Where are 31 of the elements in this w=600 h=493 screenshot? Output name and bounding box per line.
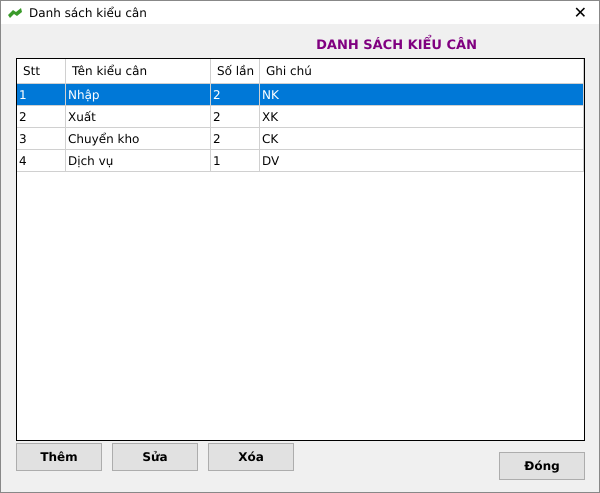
table-cell: 2	[17, 106, 66, 127]
column-header[interactable]: Ghi chú	[260, 59, 584, 83]
table-row[interactable]: 1 Nhập 2 NK	[17, 84, 584, 106]
table-cell: Dịch vụ	[66, 150, 211, 171]
table-cell: 3	[17, 128, 66, 149]
table-row[interactable]: 2 Xuất 2 XK	[17, 106, 584, 128]
table-cell: 2	[211, 128, 260, 149]
table-row[interactable]: 3 Chuyển kho 2 CK	[17, 128, 584, 150]
window-title: Danh sách kiểu cân	[29, 6, 148, 20]
table-cell: Xuất	[66, 106, 211, 127]
column-header[interactable]: Tên kiểu cân	[66, 59, 211, 83]
table-cell: 2	[211, 84, 260, 105]
table-cell: Nhập	[66, 84, 211, 105]
table-cell: Chuyển kho	[66, 128, 211, 149]
table-cell: XK	[260, 106, 584, 127]
table-row[interactable]: 4 Dịch vụ 1 DV	[17, 150, 584, 172]
close-dialog-button[interactable]: Đóng	[499, 452, 585, 480]
action-button[interactable]: Sửa	[112, 443, 198, 471]
table-cell: 2	[211, 106, 260, 127]
table-cell: CK	[260, 128, 584, 149]
app-icon	[7, 6, 23, 20]
action-button[interactable]: Xóa	[208, 443, 294, 471]
action-button[interactable]: Thêm	[16, 443, 102, 471]
close-button[interactable]: ✕	[568, 3, 593, 22]
table-cell: 1	[211, 150, 260, 171]
column-header[interactable]: Số lần	[211, 59, 260, 83]
column-header[interactable]: Stt	[17, 59, 66, 83]
table-cell: DV	[260, 150, 584, 171]
table-cell: 1	[17, 84, 66, 105]
table-cell: NK	[260, 84, 584, 105]
table-cell: 4	[17, 150, 66, 171]
